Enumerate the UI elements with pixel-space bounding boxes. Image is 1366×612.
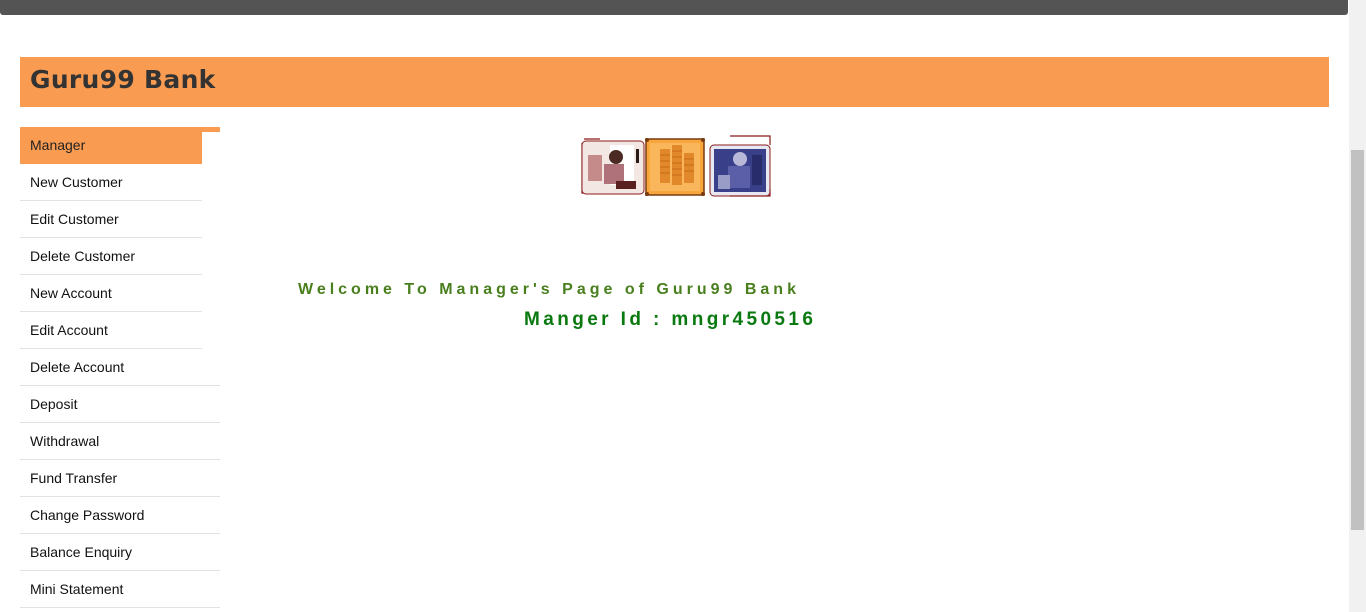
sidebar-item-new-account[interactable]: New Account [20,275,202,312]
sidebar-item-change-password[interactable]: Change Password [20,497,220,534]
welcome-heading: Welcome To Manager's Page of Guru99 Bank [298,281,800,298]
sidebar-item-mini-statement[interactable]: Mini Statement [20,571,220,608]
sidebar-item-new-customer[interactable]: New Customer [20,164,202,201]
page-scrollbar[interactable] [1349,0,1366,612]
manager-id-label: Manger Id : mngr450516 [524,309,817,330]
bank-header: Guru99 Bank [20,57,1329,107]
browser-top-bar [0,0,1348,15]
sidebar-item-fund-transfer[interactable]: Fund Transfer [20,460,220,497]
sidebar-item-delete-customer[interactable]: Delete Customer [20,238,202,275]
sidebar-item-manager[interactable]: Manager [20,132,202,164]
banner-graphic [581,135,771,197]
bank-banner-image [580,135,772,199]
sidebar-item-delete-account[interactable]: Delete Account [20,349,220,386]
sidebar-item-balance-enquiry[interactable]: Balance Enquiry [20,534,220,571]
sidebar-item-withdrawal[interactable]: Withdrawal [20,423,220,460]
sidebar-item-deposit[interactable]: Deposit [20,386,220,423]
bank-title: Guru99 Bank [30,65,216,94]
sidebar-item-edit-account[interactable]: Edit Account [20,312,202,349]
sidebar-item-edit-customer[interactable]: Edit Customer [20,201,202,238]
scrollbar-thumb[interactable] [1351,150,1364,530]
sidebar-menu: Manager New Customer Edit Customer Delet… [20,127,220,608]
